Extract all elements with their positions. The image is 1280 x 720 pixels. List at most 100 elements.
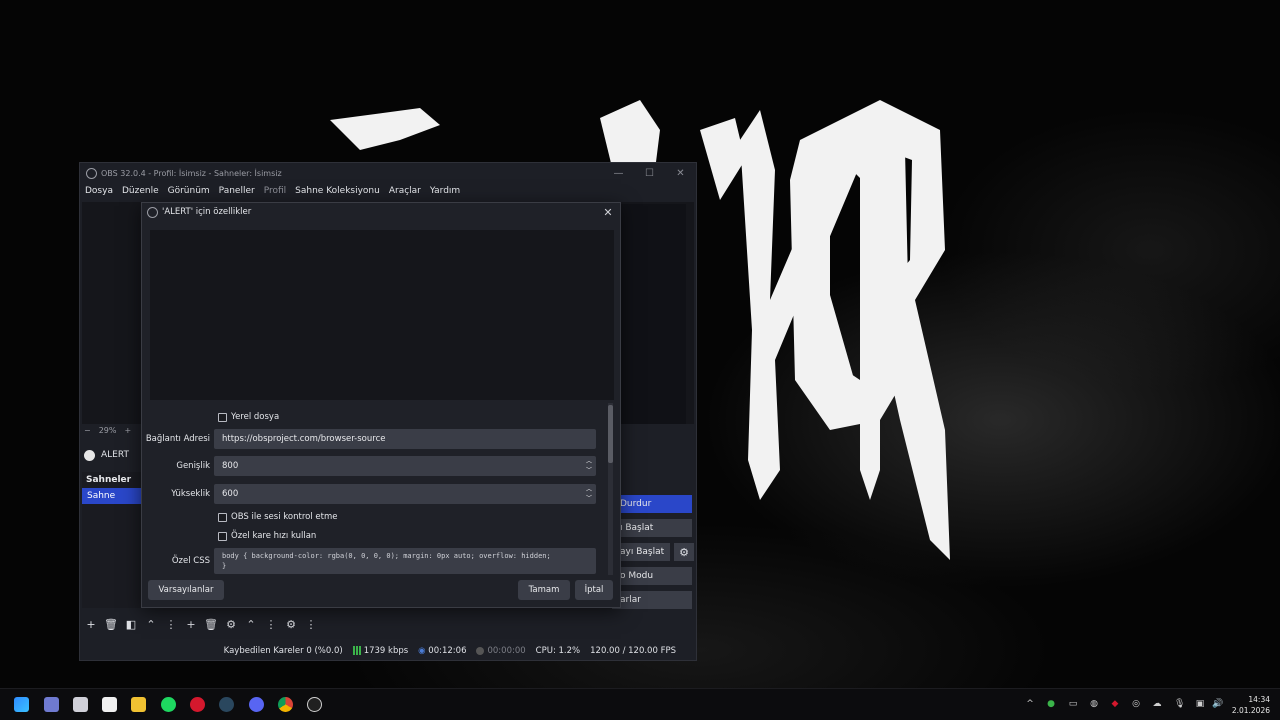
tray-cloud-icon[interactable]: ☁ [1152,699,1162,709]
custom-fps-label: Özel kare hızı kullan [231,531,317,541]
file-explorer-icon[interactable] [131,697,146,712]
obs-logo-icon [86,167,97,179]
spotify-icon[interactable] [161,697,176,712]
chevron-up-icon[interactable]: ^ [1025,699,1035,709]
scenes-dock: Sahneler Sahne [82,472,150,608]
discord-icon[interactable] [249,697,264,712]
settings-button[interactable]: arlar [612,591,692,609]
zoom-in-button[interactable]: + [124,426,131,435]
dock-toolbar: + 🗑 ◧ ⌃ ⋮ + 🗑 ⚙ ⌃ ⋮ ⚙ ⋮ [84,618,318,631]
defaults-button[interactable]: Varsayılanlar [148,580,224,600]
signal-bars-icon [352,646,362,655]
tray-app-icon[interactable]: ● [1046,699,1056,709]
tray-riot-icon[interactable]: ◆ [1110,699,1120,709]
obs-titlebar[interactable]: OBS 32.0.4 - Profil: İsimsiz - Sahneler:… [80,163,696,183]
add-scene-icon[interactable]: + [84,618,98,631]
custom-fps-checkbox[interactable] [218,531,227,541]
chrome-icon[interactable] [278,697,293,712]
studio-mode-button[interactable]: o Modu [612,567,692,585]
local-file-checkbox[interactable] [218,412,227,422]
bitrate-value: 1739 kbps [363,646,409,656]
start-recording-button[interactable]: ı Başlat [612,519,692,537]
app-launcher-icon[interactable] [44,697,59,712]
microphone-icon[interactable]: 🎙 [1174,699,1185,709]
width-spinbox[interactable]: 800 ︿ ﹀ [214,456,596,476]
network-icon[interactable]: ▣ [1195,699,1205,709]
stream-time: ◉ 00:12:06 [418,646,466,656]
zoom-controls: − 29% + [84,426,131,435]
scene-item[interactable]: Sahne [82,488,150,504]
height-value: 600 [222,489,239,499]
url-row: Bağlantı Adresi https://obsproject.com/b… [142,429,612,449]
menu-duzenle[interactable]: Düzenle [122,186,159,196]
minimize-button[interactable]: — [603,168,634,179]
zoom-out-button[interactable]: − [84,426,91,435]
source-move-up-icon[interactable]: ⌃ [244,618,258,631]
chevron-up-icon[interactable]: ︿ [586,485,592,494]
fps-status: 120.00 / 120.00 FPS [590,646,676,656]
obs-window-title: OBS 32.0.4 - Profil: İsimsiz - Sahneler:… [101,168,282,178]
steam-icon[interactable] [219,697,234,712]
width-stepper[interactable]: ︿ ﹀ [586,457,592,475]
dialog-titlebar[interactable]: 'ALERT' için özellikler ✕ [142,203,620,221]
menu-araclar[interactable]: Araçlar [389,186,421,196]
chevron-down-icon[interactable]: ﹀ [586,494,592,503]
url-label: Bağlantı Adresi [145,434,210,444]
maximize-button[interactable]: ☐ [634,168,665,179]
volume-icon[interactable]: 🔊 [1212,699,1223,709]
menu-paneller[interactable]: Paneller [219,186,255,196]
chevron-down-icon[interactable]: ﹀ [586,466,592,475]
tray-device-icon[interactable]: ▭ [1068,699,1078,709]
audio-control-checkbox[interactable] [218,512,227,522]
move-up-icon[interactable]: ⌃ [144,618,158,631]
selected-source-bar[interactable]: ALERT [84,445,129,465]
browser-source-icon [84,449,95,461]
chevron-up-icon[interactable]: ︿ [586,457,592,466]
source-preview [150,230,614,400]
source-properties-icon[interactable]: ⚙ [224,618,238,631]
menu-yardim[interactable]: Yardım [430,186,460,196]
height-spinbox[interactable]: 600 ︿ ﹀ [214,484,596,504]
tray-steam-icon[interactable]: ◍ [1089,699,1099,709]
capture-tool-icon[interactable] [73,697,88,712]
mixer-settings-icon[interactable]: ⚙ [284,618,298,631]
custom-css-textarea[interactable]: body { background-color: rgba(0, 0, 0, 0… [214,548,596,574]
close-window-button[interactable]: ✕ [665,168,696,179]
zoom-level: 29% [98,426,117,435]
start-menu-icon[interactable] [14,697,29,712]
taskbar-clock[interactable]: 14:34 2.01.2026 [1232,694,1270,716]
game-launcher-icon[interactable] [190,697,205,712]
capcut-icon[interactable] [102,697,117,712]
close-icon[interactable]: ✕ [601,206,615,219]
audio-control-label: OBS ile sesi kontrol etme [231,512,338,522]
url-field[interactable]: https://obsproject.com/browser-source [214,429,596,449]
width-row: Genişlik 800 ︿ ﹀ [142,456,612,476]
mixer-more-icon[interactable]: ⋮ [304,618,318,631]
scenes-title: Sahneler [86,475,132,485]
more-options-icon[interactable]: ⋮ [164,618,178,631]
stop-stream-button[interactable]: Durdur [612,495,692,513]
height-stepper[interactable]: ︿ ﹀ [586,485,592,503]
ok-button[interactable]: Tamam [518,580,570,600]
menu-gorunum[interactable]: Görünüm [168,186,210,196]
menu-profil[interactable]: Profil [264,186,286,196]
selected-source-name: ALERT [101,450,129,460]
cancel-button[interactable]: İptal [575,580,613,600]
filter-icon[interactable]: ◧ [124,618,138,631]
source-more-icon[interactable]: ⋮ [264,618,278,631]
custom-fps-row: Özel kare hızı kullan [142,531,612,541]
remove-scene-icon[interactable]: 🗑 [104,618,118,631]
menu-sahne-koleksiyonu[interactable]: Sahne Koleksiyonu [295,186,380,196]
taskbar: ^ ● ▭ ◍ ◆ ◎ ☁ 🎙 ▣ 🔊 14:34 2.01.2026 [0,688,1280,720]
width-value: 800 [222,461,239,471]
gear-icon[interactable]: ⚙ [674,543,694,561]
remove-source-icon[interactable]: 🗑 [204,618,218,631]
stream-time-value: 00:12:06 [428,646,467,656]
menu-dosya[interactable]: Dosya [85,186,113,196]
obs-taskbar-icon[interactable] [307,697,322,712]
recording-time: 00:00:00 [476,646,526,656]
tray-misc-icon[interactable]: ◎ [1131,699,1141,709]
add-source-icon[interactable]: + [184,618,198,631]
clock-time: 14:34 [1248,695,1270,704]
status-bar: Kaybedilen Kareler 0 (%0.0) 1739 kbps ◉ … [80,641,696,661]
